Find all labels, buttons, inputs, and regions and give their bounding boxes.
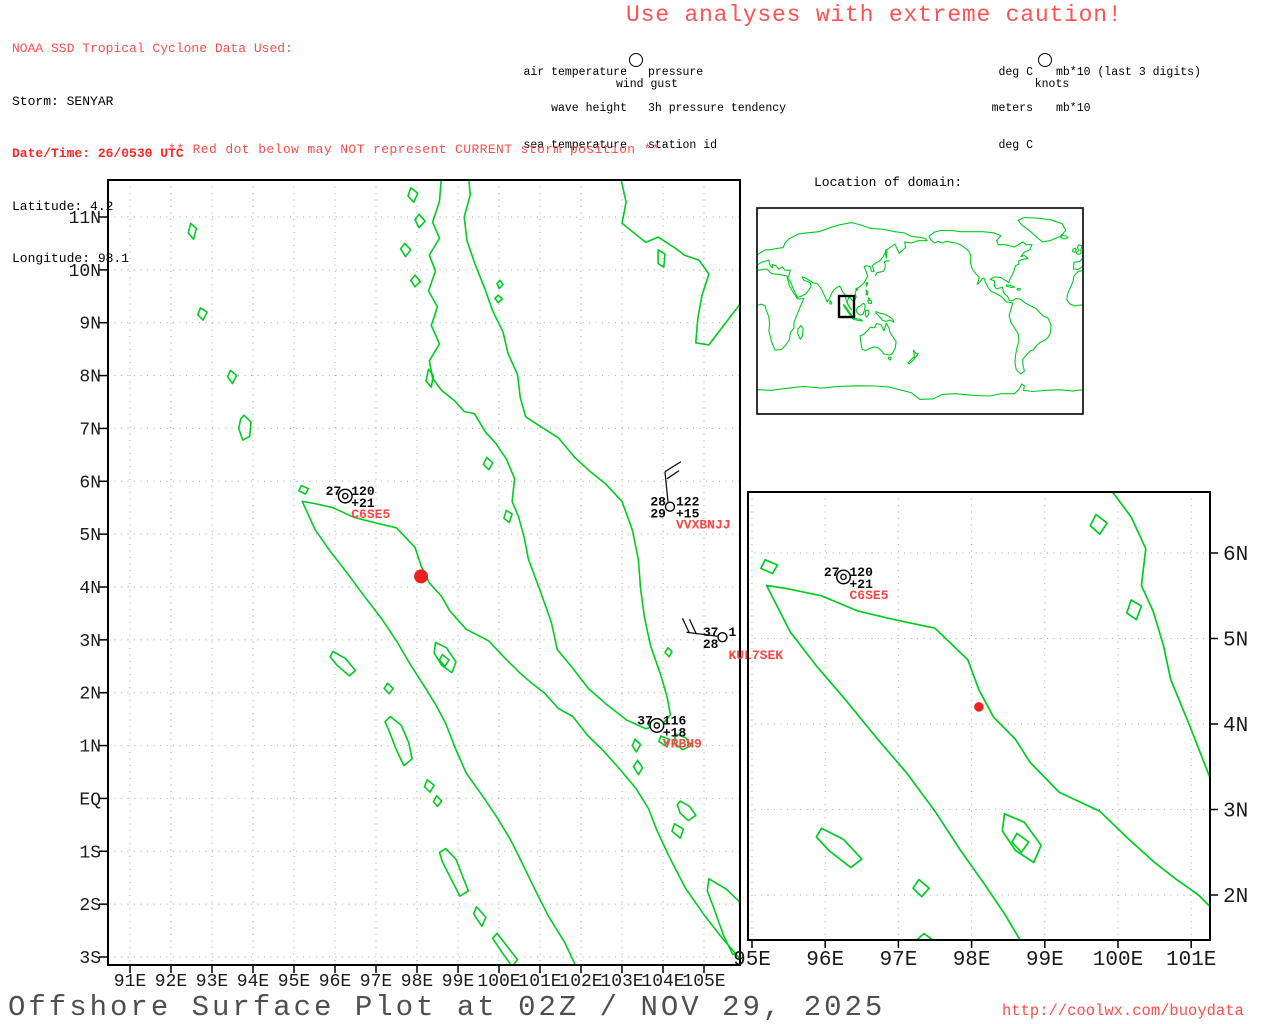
main-map-x-tick-label: 94E [237,972,269,992]
station-sea-temp: 28 [703,637,719,652]
main-map-y-tick-label: 10N [69,262,101,282]
storm-position-dot [414,569,429,584]
station-id-label: VVXBNJJ [676,518,731,533]
station-id-label: C6SE5 [351,507,390,522]
main-map-y-tick-label: 3N [79,632,101,652]
zoom-map-y-tick-label: 6N [1223,544,1248,567]
main-map-y-tick-label: 9N [79,315,101,335]
main-map-x-tick-label: 100E [477,972,520,992]
main-map-y-tick-label: 5N [79,526,101,546]
zoom-map-y-tick-label: 2N [1223,886,1248,909]
station-circle-icon [717,632,728,643]
zoom-map-border [747,491,1211,941]
main-map-y-tick-label: 2N [79,685,101,705]
zoom-map: 95E 96E 97E 98E 99E 100E 101E 6N 5N 4N 3N 2N 27 120+2… [733,491,1248,972]
station-C6SE5: 27 120+21C6SE5 [326,484,391,522]
zoom-map-x-tick-label: 96E [806,949,844,972]
zoom-map-y-tick-label: 3N [1223,801,1248,824]
zoom-map-gridlines [748,492,1210,940]
main-map-x-tick-label: 92E [155,972,187,992]
plot-title: Offshore Surface Plot at 02Z / NOV 29, 2… [8,991,886,1024]
main-map-x-tick-label: 98E [401,972,433,992]
main-map-x-tick-label: 102E [559,972,602,992]
main-map-y-tick-label: 3S [79,949,101,969]
station-id-label: C6SE5 [850,588,889,603]
zoom-map-x-tick-label: 98E [953,949,991,972]
main-map-x-tick-label: 91E [114,972,146,992]
main-map-x-tick-label: 101E [518,972,561,992]
station-sea-temp: 29 [650,507,666,522]
world-inset-map [756,207,1084,415]
station-id-label: VRBH9 [663,736,702,751]
storm-position-dot-zoom [974,702,984,712]
station-VVXBNJJ: 2829122+15VVXBNJJ [650,461,731,533]
zoom-map-x-tick-label: 95E [733,949,771,972]
main-map-y-tick-label: 7N [79,420,101,440]
main-map-y-tick-label: 11N [69,209,101,229]
main-map-y-tick-label: 6N [79,473,101,493]
station-circle-icon [664,501,676,512]
main-map-x-tick-label: 105E [682,972,725,992]
zoom-map-x-tick-label: 97E [879,949,917,972]
main-map-y-tick-label: 1S [79,843,101,863]
main-map-y-tick-label: EQ [79,790,101,810]
main-map-y-tick-label: 1N [79,738,101,758]
main-map-y-tick-label: 8N [79,368,101,388]
station-air-temp: 37 [637,713,653,728]
plot-canvas: 91E 92E 93E 94E 95E 96E 97E 98E 99E 100E101E102E1… [69,179,1248,992]
main-map-x-tick-label: 103E [600,972,643,992]
zoom-map-y-tick-label: 5N [1223,630,1248,653]
offshore-surface-plot-page: NOAA SSD Tropical Cyclone Data Used: Sto… [0,0,1280,1024]
main-map-x-tick-label: 96E [319,972,351,992]
zoom-map-coastlines [759,492,1210,940]
station-KUL7SEK: 37281KUL7SEK [681,617,783,663]
main-map-x-tick-label: 99E [442,972,474,992]
zoom-map-x-tick-label: 100E [1093,949,1143,972]
zoom-map-x-tick-label: 101E [1166,949,1216,972]
station-pressure: 1 [728,625,736,640]
main-map-y-tick-label: 4N [79,579,101,599]
source-url-link[interactable]: http://coolwx.com/buoydata [1002,1002,1244,1020]
station-air-temp: 27 [326,484,342,499]
station-C6SE5: 27 120+21C6SE5 [824,565,889,603]
main-map-x-tick-label: 95E [278,972,310,992]
station-id-label: KUL7SEK [728,648,783,663]
main-map-x-tick-label: 104E [641,972,684,992]
main-map: 91E 92E 93E 94E 95E 96E 97E 98E 99E 100E101E102E1… [69,179,783,992]
main-map-x-tick-label: 97E [360,972,392,992]
zoom-map-x-tick-label: 99E [1026,949,1064,972]
main-map-x-tick-label: 93E [196,972,228,992]
world-inset-border [756,207,1084,415]
main-map-coastlines [187,180,740,965]
main-map-y-tick-label: 2S [79,896,101,916]
station-air-temp: 27 [824,565,840,580]
zoom-map-y-tick-label: 4N [1223,715,1248,738]
station-VRBH9: 37 116+18VRBH9 [637,713,702,751]
